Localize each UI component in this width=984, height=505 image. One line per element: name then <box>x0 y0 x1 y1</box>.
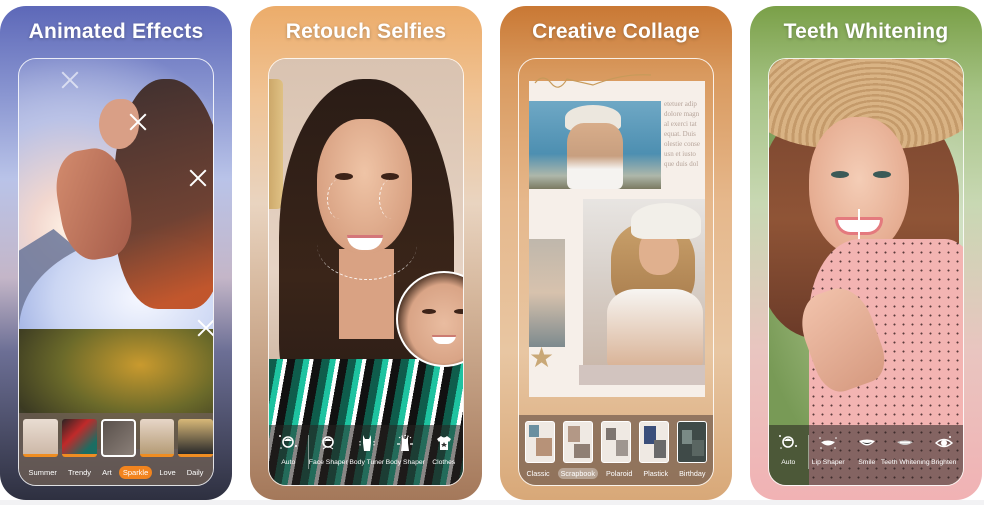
collage-photo <box>583 199 705 375</box>
tool-label: Teeth Whitening <box>880 459 930 466</box>
tool-label: Lip Shaper <box>811 459 845 466</box>
panel-title: Animated Effects <box>28 20 204 43</box>
filter-labels: Summer Trendy Art Sparkle Love Daily <box>19 466 213 479</box>
tool-face-shaper[interactable]: Face Shaper <box>308 433 348 466</box>
photo-woman-selfie <box>269 59 463 485</box>
filter-thumbnail-summer[interactable] <box>23 419 58 457</box>
collage-photo <box>529 101 661 189</box>
filter-panel: Summer Trendy Art Sparkle Love Daily <box>19 413 213 485</box>
layout-tab-birthday[interactable]: Birthday <box>676 468 708 479</box>
tool-label: Smile <box>858 459 876 466</box>
filter-tab-daily[interactable]: Daily <box>183 466 208 479</box>
sparkle-icon <box>59 69 81 91</box>
tool-teeth-whitening[interactable]: Teeth Whitening <box>881 433 930 466</box>
tool-label: Clothes <box>432 459 456 466</box>
eye-brighten-icon <box>934 436 953 448</box>
filter-tab-sparkle[interactable]: Sparkle <box>118 466 153 479</box>
page-footer-strip <box>0 500 984 505</box>
panel-title: Creative Collage <box>532 20 700 43</box>
tool-lip-shaper[interactable]: Lip Shaper <box>809 433 847 466</box>
collage-photo <box>529 239 565 347</box>
panel-title: Teeth Whitening <box>783 20 949 43</box>
tool-label: Body Tuner <box>349 459 385 466</box>
smile-toolbar: Auto Lip Shaper Smile Teeth Whitening Br… <box>769 425 963 485</box>
promo-panel-animated-effects: Animated Effects Summer Trendy Art Spark… <box>0 6 232 500</box>
filter-thumbnail-love[interactable] <box>178 419 213 457</box>
filter-tab-art[interactable]: Art <box>98 466 116 479</box>
collage-text-block: etetuer adip dolore magn al exerci tat e… <box>664 100 700 168</box>
tool-label: Auto <box>781 459 796 466</box>
torn-paper-strip <box>579 365 705 385</box>
phone-screen-frame: Auto Lip Shaper Smile Teeth Whitening Br… <box>768 58 964 486</box>
layout-tab-polaroid[interactable]: Polaroid <box>603 468 635 479</box>
teeth-whitening-icon <box>897 440 914 445</box>
filter-tab-summer[interactable]: Summer <box>25 466 61 479</box>
layout-labels: Classic Scrapbook Polaroid Plastick Birt… <box>519 468 713 479</box>
jaw-contour-guide <box>317 209 417 280</box>
clothes-icon <box>436 436 451 450</box>
face-shaper-icon <box>322 436 335 450</box>
layout-tab-plastick[interactable]: Plastick <box>640 468 671 479</box>
collage-layout-panel: Classic Scrapbook Polaroid Plastick Birt… <box>519 415 713 485</box>
sparkle-icon <box>195 317 213 339</box>
layout-thumbnails <box>525 421 707 463</box>
promo-panel-creative-collage: Creative Collage etetuer adip dolore mag… <box>500 6 732 500</box>
layout-thumbnail-scrapbook[interactable] <box>563 421 593 463</box>
auto-face-icon <box>279 435 298 449</box>
layout-tab-scrapbook[interactable]: Scrapbook <box>557 468 599 479</box>
panel-title: Retouch Selfies <box>285 20 447 43</box>
filter-tab-trendy[interactable]: Trendy <box>64 466 95 479</box>
layout-thumbnail-birthday[interactable] <box>677 421 707 463</box>
phone-screen-frame: etetuer adip dolore magn al exerci tat e… <box>518 58 714 486</box>
promo-panel-teeth-whitening: Teeth Whitening Auto Lip Shaper Smile Te… <box>750 6 982 500</box>
body-tuner-icon <box>359 435 375 451</box>
layout-thumbnail-polaroid[interactable] <box>601 421 631 463</box>
auto-face-icon <box>779 435 798 449</box>
sparkle-icon <box>187 167 209 189</box>
filter-thumbnail-sparkle[interactable] <box>139 419 175 457</box>
decorative-squiggle <box>534 74 652 88</box>
phone-screen-frame: Auto Face Shaper Body Tuner Body Shaper … <box>268 58 464 486</box>
filter-thumbnails <box>23 419 213 457</box>
tool-body-shaper[interactable]: Body Shaper <box>385 433 425 466</box>
promo-panel-retouch-selfies: Retouch Selfies Auto Face Shaper Body Tu… <box>250 6 482 500</box>
layout-tab-classic[interactable]: Classic <box>523 468 552 479</box>
before-after-divider[interactable] <box>858 209 860 243</box>
photo-smiling-woman-in-hat <box>769 59 963 485</box>
tool-label: Auto <box>281 459 296 466</box>
retouch-toolbar: Auto Face Shaper Body Tuner Body Shaper … <box>269 425 463 485</box>
lip-shaper-icon <box>819 437 838 449</box>
filter-thumbnail-art[interactable] <box>100 419 136 457</box>
tool-label: Face Shaper <box>308 459 348 466</box>
sparkle-icon <box>127 111 149 133</box>
tool-clothes[interactable]: Clothes <box>425 433 463 466</box>
body-shaper-icon <box>397 435 414 451</box>
phone-screen-frame: Summer Trendy Art Sparkle Love Daily <box>18 58 214 486</box>
filter-thumbnail-trendy[interactable] <box>61 419 97 457</box>
star-sticker-icon: ★ <box>529 342 555 373</box>
filter-tab-love[interactable]: Love <box>155 466 179 479</box>
tool-auto[interactable]: Auto <box>769 433 807 466</box>
layout-thumbnail-classic[interactable] <box>525 421 555 463</box>
smile-icon <box>858 439 875 446</box>
tool-auto[interactable]: Auto <box>269 433 307 466</box>
tool-brighten[interactable]: Brighten <box>925 433 963 466</box>
layout-thumbnail-plastick[interactable] <box>639 421 669 463</box>
tool-label: Body Shaper <box>385 459 425 466</box>
tool-label: Brighten <box>931 459 957 466</box>
tool-body-tuner[interactable]: Body Tuner <box>348 433 386 466</box>
